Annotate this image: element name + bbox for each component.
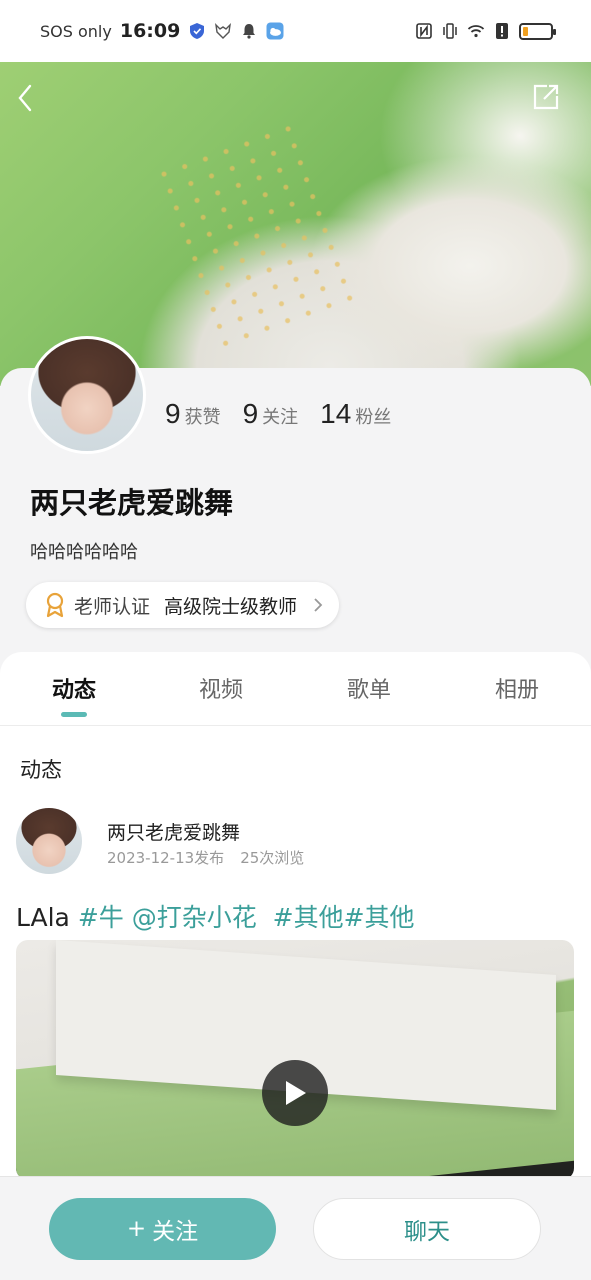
shield-icon	[190, 23, 205, 39]
play-icon	[286, 1081, 306, 1105]
tab-videos[interactable]: 视频	[166, 672, 276, 704]
status-bar: SOS only 16:09	[0, 0, 591, 62]
post-text: LAla #牛 @打杂小花 #其他#其他	[16, 898, 415, 934]
certification-label: 老师认证	[74, 595, 151, 618]
plus-icon: +	[126, 1216, 147, 1242]
weather-icon	[266, 22, 284, 40]
tab-playlists[interactable]: 歌单	[314, 672, 424, 704]
nfc-icon	[416, 23, 432, 39]
section-title: 动态	[20, 758, 62, 782]
battery-icon	[519, 22, 556, 40]
wolf-icon	[215, 23, 232, 39]
clock: 16:09	[119, 20, 181, 42]
post-body: LAla	[16, 903, 70, 932]
post-date: 2023-12-13发布	[107, 849, 225, 867]
hashtag-link[interactable]: #其他#其他	[273, 903, 415, 932]
network-status: SOS only	[40, 21, 112, 41]
post-meta: 2023-12-13发布 25次浏览	[107, 847, 304, 868]
feed: 动态 两只老虎爱跳舞 2023-12-13发布 25次浏览 LAla #牛 @打…	[0, 726, 591, 1178]
wifi-icon	[467, 25, 485, 38]
tab-moments[interactable]: 动态	[19, 672, 129, 704]
share-button[interactable]	[531, 82, 561, 112]
tab-albums[interactable]: 相册	[462, 672, 572, 704]
profile-stats: 9 获赞 9 关注 14 粉丝	[165, 398, 391, 430]
chevron-right-icon	[314, 598, 323, 612]
stat-likes[interactable]: 9 获赞	[165, 398, 221, 430]
stat-value: 14	[320, 398, 352, 429]
post-video[interactable]	[16, 940, 574, 1178]
certification-badge[interactable]: 老师认证 高级院士级教师	[26, 582, 340, 628]
chevron-left-icon	[18, 84, 32, 112]
stat-label: 粉丝	[355, 407, 392, 428]
alert-icon	[496, 23, 508, 39]
hashtag-link[interactable]: #牛	[78, 903, 124, 932]
stat-value: 9	[242, 398, 259, 429]
stat-followers[interactable]: 14 粉丝	[320, 398, 391, 430]
bottom-action-bar: + 关注 聊天	[0, 1176, 591, 1280]
medal-icon	[46, 592, 64, 618]
stat-label: 获赞	[184, 407, 221, 428]
vibrate-icon	[443, 23, 457, 39]
bell-icon	[243, 24, 256, 39]
profile-name: 两只老虎爱跳舞	[30, 486, 234, 520]
share-icon	[533, 84, 559, 110]
post-author-avatar[interactable]	[16, 808, 82, 874]
stat-value: 9	[165, 398, 181, 429]
avatar[interactable]	[28, 336, 146, 454]
stat-label: 关注	[262, 407, 299, 428]
post-views: 25次浏览	[240, 849, 305, 867]
stat-following[interactable]: 9 关注	[243, 398, 299, 430]
follow-label: 关注	[152, 1219, 199, 1245]
certification-title: 高级院士级教师	[164, 595, 298, 618]
mention-link[interactable]: @打杂小花	[132, 903, 257, 932]
chat-button[interactable]: 聊天	[313, 1198, 541, 1260]
follow-button[interactable]: + 关注	[49, 1198, 276, 1260]
play-button[interactable]	[262, 1060, 328, 1126]
profile-bio: 哈哈哈哈哈哈	[30, 542, 138, 563]
back-button[interactable]	[10, 80, 40, 116]
tab-bar: 动态 视频 歌单 相册	[0, 652, 591, 726]
post-author-name[interactable]: 两只老虎爱跳舞	[107, 818, 240, 845]
active-tab-indicator	[61, 712, 87, 717]
